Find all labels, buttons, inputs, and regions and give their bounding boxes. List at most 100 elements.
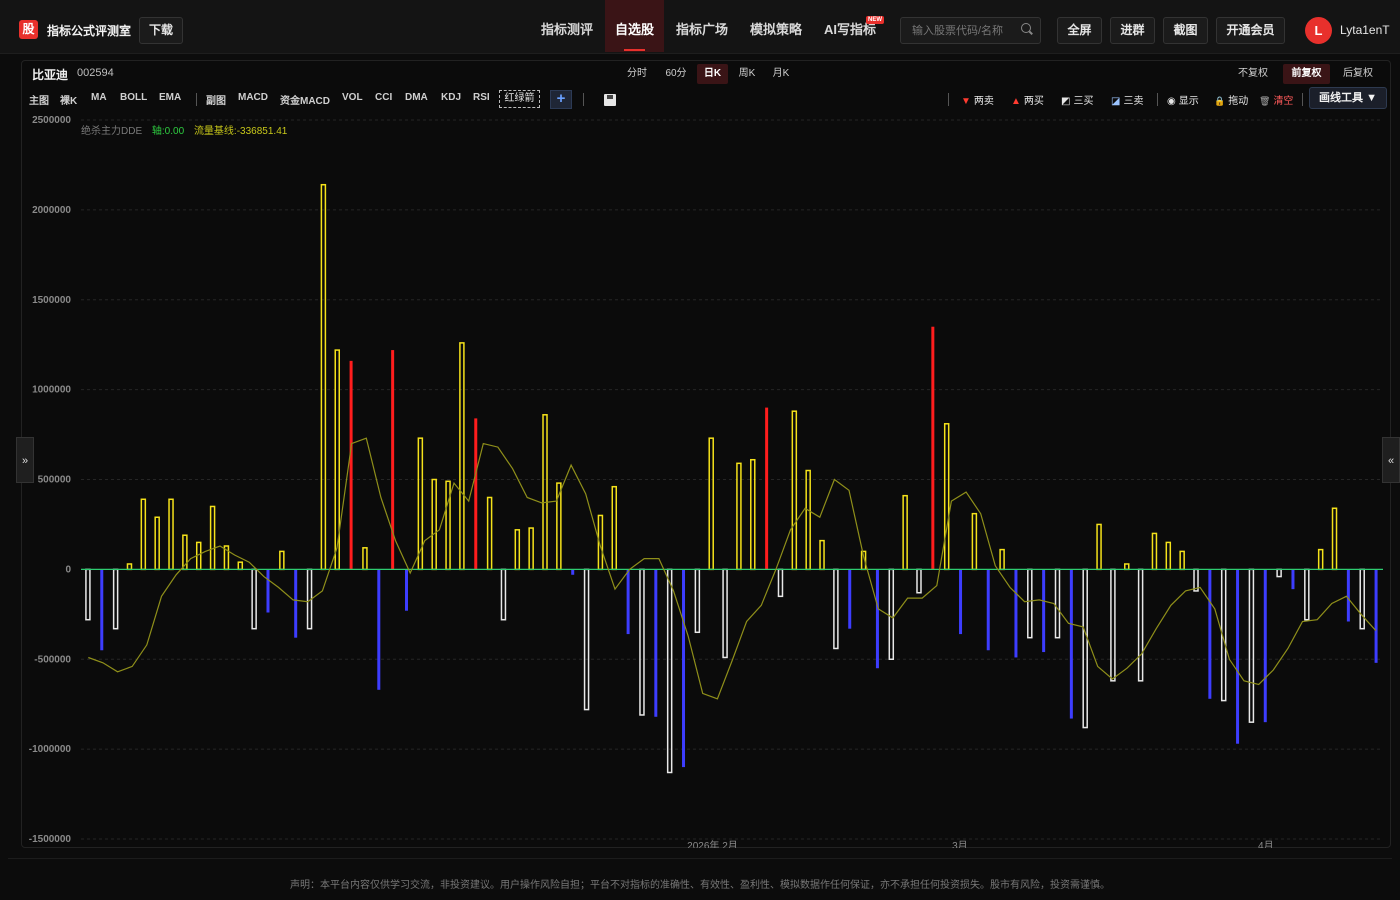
dde-bar bbox=[168, 498, 174, 571]
period-monthly[interactable]: 月K bbox=[767, 64, 795, 84]
dde-bar bbox=[1054, 568, 1061, 639]
fullscreen-button[interactable]: 全屏 bbox=[1057, 17, 1102, 44]
dde-bar bbox=[902, 494, 908, 571]
nav-ai-indicator[interactable]: AI写指标 bbox=[816, 0, 884, 52]
search-icon[interactable] bbox=[1021, 23, 1031, 33]
indicator-bare-k[interactable]: 裸K bbox=[60, 92, 77, 107]
period-intraday[interactable]: 分时 bbox=[623, 64, 651, 84]
indicator-dma[interactable]: DMA bbox=[405, 92, 428, 103]
dde-bar bbox=[722, 568, 728, 659]
adjust-none[interactable]: 不复权 bbox=[1233, 64, 1273, 84]
app-logo[interactable]: 股 bbox=[19, 20, 38, 39]
dde-bar bbox=[875, 569, 879, 669]
dde-bar bbox=[750, 458, 756, 571]
screenshot-button[interactable]: 截图 bbox=[1163, 17, 1208, 44]
indicator-cci[interactable]: CCI bbox=[375, 92, 392, 103]
nav-indicator-square[interactable]: 指标广场 bbox=[668, 0, 736, 52]
tool-show[interactable]: ◉ 显示 bbox=[1167, 92, 1199, 107]
tool-clear[interactable]: 🗑 清空 bbox=[1259, 92, 1293, 107]
dde-bar bbox=[85, 568, 91, 621]
dde-bar bbox=[251, 568, 257, 630]
indicator-red-green-arrow[interactable]: 红绿箭 bbox=[499, 90, 540, 108]
indicator-boll[interactable]: BOLL bbox=[120, 92, 147, 103]
indicator-main-chart[interactable]: 主图 bbox=[29, 92, 49, 107]
dde-bar bbox=[431, 478, 437, 571]
dde-bar bbox=[209, 505, 216, 571]
stock-search[interactable] bbox=[900, 17, 1041, 44]
adjust-forward[interactable]: 前复权 bbox=[1283, 64, 1330, 84]
adjust-backward[interactable]: 后复权 bbox=[1338, 64, 1378, 84]
indicator-ma[interactable]: MA bbox=[91, 92, 107, 103]
indicator-sub-chart[interactable]: 副图 bbox=[206, 92, 226, 107]
dde-bar bbox=[654, 569, 658, 717]
tool-two-buy[interactable]: ▲ 两买 bbox=[1011, 92, 1044, 107]
dde-bar bbox=[474, 418, 478, 570]
dde-bar bbox=[777, 568, 784, 598]
nav-watchlist[interactable]: 自选股 bbox=[605, 0, 664, 52]
chart-legend: 绝杀主力DDE 轴:0.00 流量基线:-336851.41 bbox=[81, 122, 294, 137]
buy-arrow-icon: ▲ bbox=[1011, 96, 1021, 107]
tool-three-buy[interactable]: ◩ 三买 bbox=[1061, 92, 1093, 107]
dde-bar bbox=[626, 569, 630, 635]
dde-bar bbox=[459, 342, 465, 571]
tool-two-sell[interactable]: ▼ 两卖 bbox=[961, 92, 994, 107]
dde-bar bbox=[708, 437, 714, 571]
footer-divider bbox=[8, 858, 1392, 859]
tool-three-sell[interactable]: ◪ 三卖 bbox=[1111, 92, 1143, 107]
y-tick-label: 2000000 bbox=[32, 205, 71, 216]
period-daily[interactable]: 日K bbox=[697, 64, 728, 84]
y-tick-label: 1500000 bbox=[32, 295, 71, 306]
download-button[interactable]: 下载 bbox=[139, 17, 183, 44]
new-badge: NEW bbox=[866, 16, 884, 24]
dde-bar bbox=[833, 568, 839, 650]
app-title[interactable]: 指标公式评测室 bbox=[47, 22, 131, 39]
left-collapse-tab[interactable]: » bbox=[16, 437, 34, 483]
indicator-vol[interactable]: VOL bbox=[342, 92, 363, 103]
stock-name: 比亚迪 bbox=[32, 68, 69, 82]
right-collapse-tab[interactable]: « bbox=[1382, 437, 1400, 483]
dde-chart[interactable]: 2500000 2000000 1500000 1000000 500000 0 -5000… bbox=[21, 112, 1391, 848]
period-weekly[interactable]: 周K bbox=[733, 64, 761, 84]
dde-bar bbox=[666, 568, 673, 774]
add-indicator-button[interactable]: + bbox=[550, 90, 572, 109]
toolbar-divider bbox=[583, 93, 584, 106]
dde-bar bbox=[1042, 569, 1046, 653]
dde-bar bbox=[279, 550, 285, 571]
save-icon[interactable] bbox=[604, 94, 616, 106]
dde-bar bbox=[611, 485, 618, 571]
indicator-ema[interactable]: EMA bbox=[159, 92, 181, 103]
dde-bar bbox=[682, 569, 686, 768]
y-tick-label: -1500000 bbox=[29, 834, 72, 845]
period-60min[interactable]: 60分 bbox=[660, 64, 692, 84]
dde-bar bbox=[916, 568, 922, 594]
indicator-rsi[interactable]: RSI bbox=[473, 92, 490, 103]
toolbar-divider bbox=[1157, 93, 1158, 106]
toolbar-divider bbox=[196, 93, 197, 106]
tool-drag[interactable]: 🔒 拖动 bbox=[1214, 92, 1248, 107]
indicator-macd[interactable]: MACD bbox=[238, 92, 268, 103]
dde-bar bbox=[1346, 569, 1350, 622]
draw-tools-button[interactable]: 画线工具 ▼ bbox=[1309, 87, 1387, 109]
dde-bar bbox=[237, 561, 244, 571]
username[interactable]: Lyta1enT bbox=[1340, 23, 1390, 37]
dde-bar bbox=[583, 568, 590, 711]
dde-bar bbox=[1331, 507, 1338, 571]
search-input[interactable] bbox=[901, 18, 1019, 43]
dde-bar bbox=[514, 529, 521, 571]
nav-indicator-review[interactable]: 指标测评 bbox=[533, 0, 601, 52]
dde-bar bbox=[1317, 548, 1324, 571]
avatar[interactable]: L bbox=[1305, 17, 1332, 44]
dde-bar bbox=[1236, 569, 1240, 744]
join-group-button[interactable]: 进群 bbox=[1110, 17, 1155, 44]
dde-bar bbox=[126, 563, 133, 571]
dde-bar bbox=[1137, 568, 1144, 682]
indicator-capital-macd[interactable]: 资金MACD bbox=[280, 92, 330, 107]
dde-bar bbox=[1208, 569, 1212, 699]
dde-bar bbox=[1276, 568, 1282, 578]
membership-button[interactable]: 开通会员 bbox=[1216, 17, 1285, 44]
stock-code: 002594 bbox=[77, 67, 114, 79]
indicator-kdj[interactable]: KDJ bbox=[441, 92, 461, 103]
nav-simulated-strategy[interactable]: 模拟策略 bbox=[742, 0, 810, 52]
dde-bar bbox=[1069, 569, 1073, 719]
legend-axis-value: 轴:0.00 bbox=[151, 126, 185, 137]
